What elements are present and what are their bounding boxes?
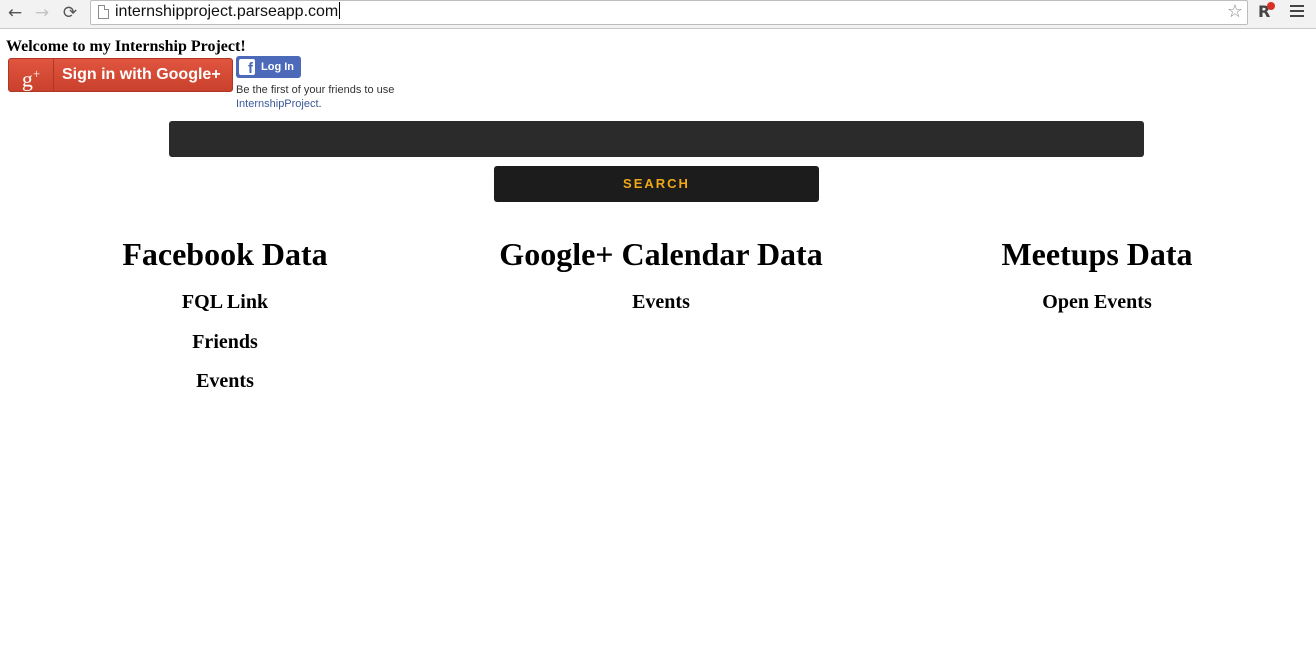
address-bar[interactable]: internshipproject.parseapp.com ☆: [90, 0, 1248, 25]
facebook-data-section: Facebook Data FQL Link Friends Events: [60, 232, 390, 395]
google-signin-label: Sign in with Google+: [62, 66, 221, 83]
facebook-friends-link[interactable]: Friends: [60, 328, 390, 356]
facebook-login-label: Log In: [261, 61, 294, 73]
search-button[interactable]: SEARCH: [494, 166, 819, 202]
google-events-link[interactable]: Events: [460, 288, 862, 316]
address-bar-url[interactable]: internshipproject.parseapp.com: [115, 2, 341, 22]
facebook-icon: f: [239, 59, 255, 75]
welcome-heading: Welcome to my Internship Project!: [6, 38, 246, 55]
back-icon[interactable]: ←: [3, 2, 27, 24]
browser-menu-icon[interactable]: [1290, 5, 1304, 19]
google-signin-button[interactable]: g+ Sign in with Google+: [8, 58, 233, 92]
search-input[interactable]: [169, 121, 1144, 157]
facebook-social-text: Be the first of your friends to use: [236, 84, 395, 96]
page-icon: [98, 5, 109, 19]
google-calendar-section: Google+ Calendar Data Events: [460, 232, 862, 316]
meetup-open-events-link[interactable]: Open Events: [940, 288, 1254, 316]
meetups-section: Meetups Data Open Events: [940, 232, 1254, 316]
google-plus-icon: g+: [9, 59, 54, 91]
facebook-data-title: Facebook Data: [122, 236, 328, 272]
facebook-events-link[interactable]: Events: [60, 367, 390, 395]
reload-icon[interactable]: ⟳: [58, 2, 82, 24]
facebook-app-link[interactable]: InternshipProject: [236, 98, 319, 110]
forward-icon[interactable]: →: [30, 2, 54, 24]
facebook-login-button[interactable]: f Log In: [236, 56, 301, 78]
google-calendar-title: Google+ Calendar Data: [499, 236, 823, 272]
browser-toolbar: ← → ⟳ internshipproject.parseapp.com ☆ R: [0, 0, 1316, 29]
meetups-title: Meetups Data: [1001, 236, 1193, 272]
fql-link[interactable]: FQL Link: [60, 288, 390, 316]
extension-badge: [1267, 2, 1275, 10]
facebook-social-context: Be the first of your friends to use Inte…: [236, 84, 395, 110]
bookmark-star-icon[interactable]: ☆: [1227, 1, 1243, 23]
